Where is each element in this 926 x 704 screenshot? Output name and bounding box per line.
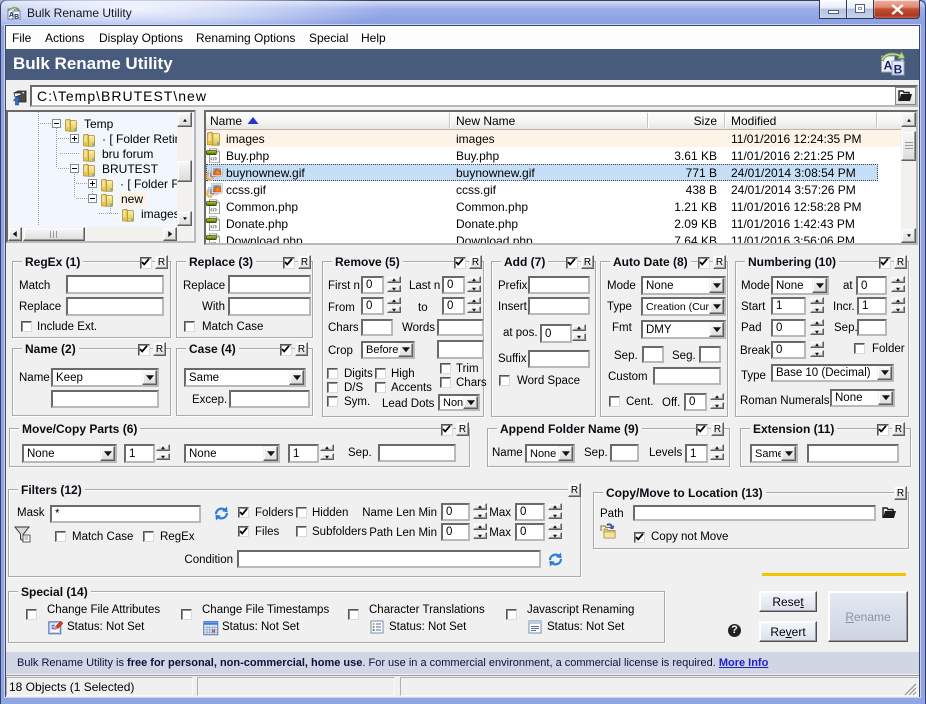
svg-text:A: A — [884, 59, 893, 73]
svg-text:B: B — [894, 63, 903, 77]
svg-text:B: B — [14, 14, 19, 20]
